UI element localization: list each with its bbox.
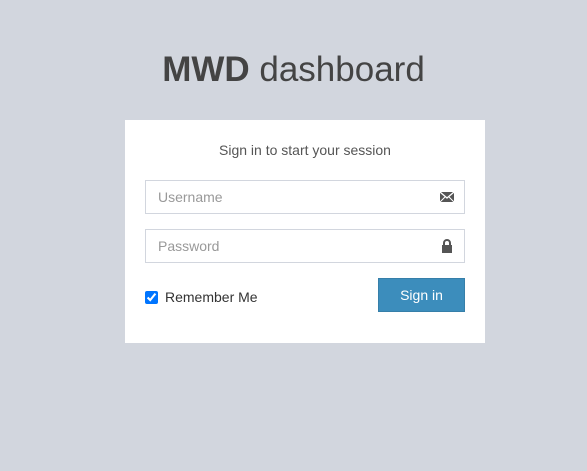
login-box-message: Sign in to start your session [219,142,391,158]
app-logo: MWD dashboard [0,48,587,92]
password-field [145,229,465,263]
sign-in-button[interactable]: Sign in [378,278,465,312]
password-input[interactable] [146,230,428,262]
username-input[interactable] [146,181,428,213]
remember-me-checkbox[interactable] [145,290,158,304]
username-field [145,180,465,214]
login-box: Sign in to start your session Remember M… [125,120,485,343]
logo-suffix: dashboard [249,50,425,89]
logo-brand: MWD [162,50,250,89]
envelope-icon [439,190,455,204]
lock-icon [439,239,455,253]
remember-me[interactable]: Remember Me [145,289,258,305]
remember-me-label: Remember Me [165,289,258,305]
